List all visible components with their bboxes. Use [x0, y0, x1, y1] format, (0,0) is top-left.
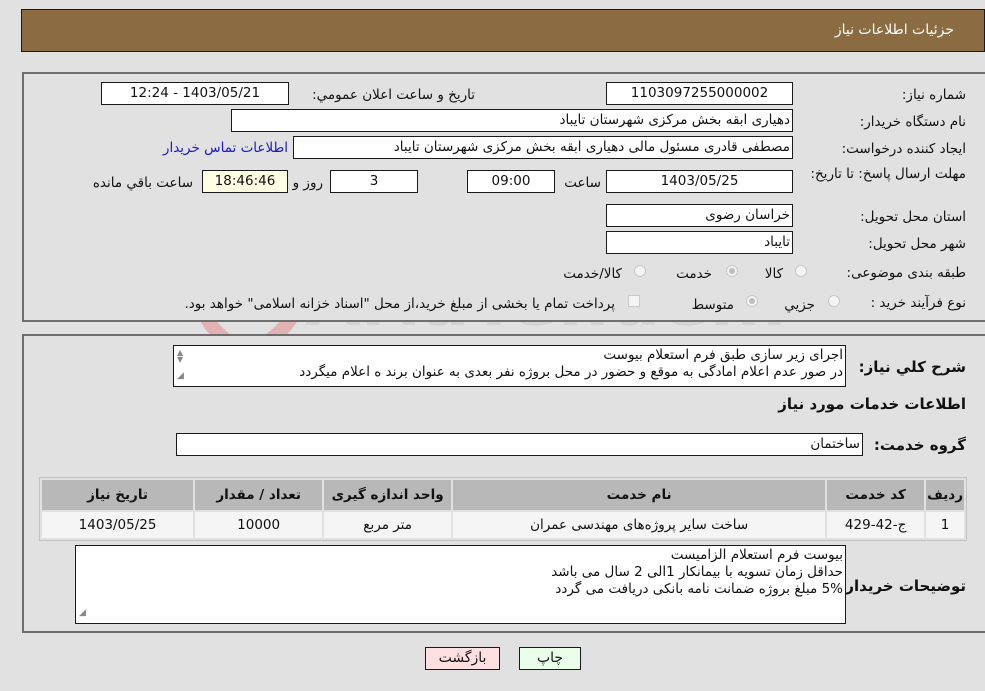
deadline-time-label: ساعت: [564, 175, 601, 191]
category-radio-goods-service[interactable]: [634, 265, 646, 277]
treasury-payment-note: پرداخت تمام یا بخشی از مبلغ خرید،از محل …: [184, 296, 615, 312]
days-label: روز و: [292, 175, 323, 191]
cell-service-code: ج-42-429: [827, 512, 925, 538]
print-button[interactable]: چاپ: [519, 647, 581, 670]
col-header-service-name: نام خدمت: [453, 480, 826, 510]
service-group-label: گروه خدمت:: [873, 436, 966, 454]
process-radio-minor[interactable]: [828, 295, 840, 307]
col-header-row-number: ردیف: [926, 480, 964, 510]
city-field: تایباد: [606, 231, 793, 254]
summary-line: در صور عدم اعلام امادگی به موقع و حضور د…: [299, 364, 843, 380]
time-remaining-label: ساعت باقي مانده: [92, 175, 193, 191]
deadline-time-field: 09:00: [467, 170, 555, 193]
need-number-label: شماره نیاز:: [901, 87, 966, 103]
page-title: جزئیات اطلاعات نیاز: [834, 22, 954, 38]
buyer-org-label: نام دستگاه خریدار:: [859, 114, 966, 130]
requester-field: مصطفی قادری مسئول مالی دهیاری ابقه بخش م…: [293, 136, 793, 159]
treasury-payment-checkbox[interactable]: [628, 295, 640, 307]
page-header: جزئیات اطلاعات نیاز: [21, 9, 985, 52]
announce-date-label: تاریخ و ساعت اعلان عمومي:: [312, 87, 475, 103]
col-header-unit: واحد اندازه گیری: [324, 480, 452, 510]
category-radio-goods[interactable]: [795, 265, 807, 277]
process-radio-medium[interactable]: [746, 295, 758, 307]
col-header-need-date: تاریخ نیاز: [42, 480, 194, 510]
services-table: ردیف کد خدمت نام خدمت واحد اندازه گیری ت…: [39, 477, 967, 541]
category-option-goods: کالا: [764, 266, 783, 282]
cell-row-number: 1: [926, 512, 964, 538]
summary-line: اجرای زیر سازی طبق فرم استعلام بیوست: [603, 347, 843, 363]
col-header-service-code: کد خدمت: [827, 480, 925, 510]
resize-grip-icon[interactable]: ◢: [79, 605, 86, 622]
cell-unit: متر مربع: [324, 512, 452, 538]
category-radio-service[interactable]: [726, 265, 738, 277]
process-option-minor: جزيي: [784, 297, 815, 313]
province-label: استان محل تحویل:: [860, 209, 966, 225]
back-button[interactable]: بازگشت: [425, 647, 500, 670]
cell-service-name: ساخت سایر پروژه‌های مهندسی عمران: [453, 512, 826, 538]
cell-need-date: 1403/05/25: [42, 512, 194, 538]
category-label: طبقه بندی موضوعی:: [846, 265, 966, 281]
service-group-field: ساختمان: [176, 433, 863, 456]
province-field: خراسان رضوی: [606, 204, 793, 227]
deadline-date-field: 1403/05/25: [606, 170, 793, 193]
buyer-note-line: 5% مبلغ بروژه ضمانت نامه بانکی دریافت می…: [555, 581, 843, 597]
buyer-note-line: بیوست فرم استعلام الزامیست: [670, 547, 843, 563]
cell-quantity: 10000: [195, 512, 323, 538]
table-row: 1 ج-42-429 ساخت سایر پروژه‌های مهندسی عم…: [42, 512, 964, 538]
resize-grip-icon[interactable]: ◢: [177, 368, 184, 385]
purchase-process-label: نوع فرآیند خرید :: [870, 295, 966, 311]
scroll-arrows-icon[interactable]: ▲ ▼: [177, 349, 183, 364]
col-header-quantity: تعداد / مقدار: [195, 480, 323, 510]
category-option-service: خدمت: [676, 266, 712, 282]
buyer-notes-label: توضیحات خریدار:: [839, 577, 966, 595]
days-remaining-field: 3: [330, 170, 418, 193]
requester-label: ایجاد کننده درخواست:: [841, 141, 966, 157]
city-label: شهر محل تحویل:: [868, 236, 966, 252]
announce-date-field: 1403/05/21 - 12:24: [101, 82, 289, 105]
time-remaining-field: 18:46:46: [202, 170, 288, 193]
buyer-note-line: حداقل زمان تسویه با بیمانکار 1الی 2 سال …: [551, 564, 843, 580]
need-number-field: 1103097255000002: [606, 82, 793, 105]
services-section-title: اطلاعات خدمات مورد نياز: [778, 395, 966, 413]
buyer-notes-textarea[interactable]: بیوست فرم استعلام الزامیست حداقل زمان تس…: [75, 545, 846, 624]
buyer-contact-link[interactable]: اطلاعات تماس خریدار: [163, 140, 288, 156]
category-option-goods-service: کالا/خدمت: [563, 266, 622, 282]
summary-label: شرح كلي نياز:: [858, 358, 966, 376]
process-option-medium: متوسط: [691, 297, 734, 313]
deadline-label: مهلت ارسال پاسخ: تا تاریخ:: [810, 166, 966, 182]
table-header-row: ردیف کد خدمت نام خدمت واحد اندازه گیری ت…: [42, 480, 964, 510]
summary-textarea[interactable]: اجرای زیر سازی طبق فرم استعلام بیوست در …: [173, 345, 846, 387]
buyer-org-field: دهیاری ابقه بخش مرکزی شهرستان تایباد: [231, 109, 793, 132]
